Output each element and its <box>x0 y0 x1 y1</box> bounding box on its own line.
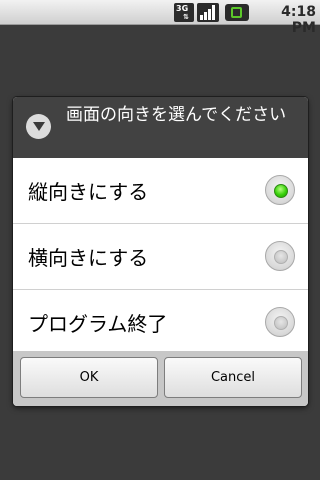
ok-button[interactable]: OK <box>20 357 158 398</box>
battery-level-icon <box>231 7 242 18</box>
data-activity-arrows: ⇅ <box>183 13 189 21</box>
clock: 4:18 PM <box>281 4 316 36</box>
dialog-button-bar: OK Cancel <box>13 351 308 406</box>
radio-dot-icon <box>274 316 288 330</box>
orientation-dialog: 画面の向きを選んでください 縦向きにする 横向きにする プログラム終了 OK C… <box>13 97 308 406</box>
option-label: 縦向きにする <box>28 180 149 204</box>
network-type-label: 3G <box>176 4 189 13</box>
signal-strength-icon <box>197 3 219 22</box>
battery-charging-icon <box>225 4 249 21</box>
option-portrait[interactable]: 縦向きにする <box>13 158 308 224</box>
network-3g-icon: 3G ⇅ <box>174 3 194 22</box>
radio-dot-icon <box>274 250 288 264</box>
option-landscape[interactable]: 横向きにする <box>13 224 308 290</box>
dialog-title: 画面の向きを選んでください <box>66 105 287 125</box>
radio-button[interactable] <box>265 307 295 337</box>
radio-button-selected[interactable] <box>265 175 295 205</box>
option-exit-program[interactable]: プログラム終了 <box>13 290 308 351</box>
radio-button[interactable] <box>265 241 295 271</box>
option-label: 横向きにする <box>28 246 149 270</box>
status-bar: 3G ⇅ 4:18 PM <box>0 0 320 36</box>
cancel-button[interactable]: Cancel <box>164 357 302 398</box>
radio-dot-icon <box>274 184 288 198</box>
dialog-title-bar: 画面の向きを選んでください <box>13 97 308 158</box>
chevron-down-icon <box>26 114 51 139</box>
option-label: プログラム終了 <box>28 312 168 336</box>
